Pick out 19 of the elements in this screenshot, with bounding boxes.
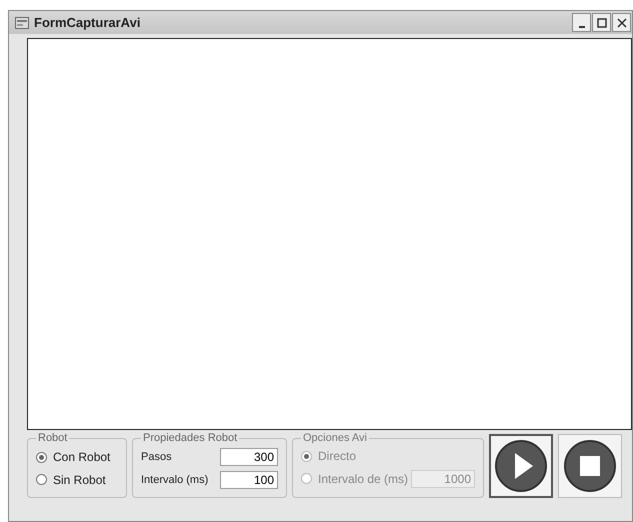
play-button[interactable] bbox=[489, 434, 553, 498]
input-field[interactable]: 100 bbox=[220, 470, 278, 489]
group-label: Robot bbox=[37, 432, 68, 444]
input-field[interactable]: 300 bbox=[220, 448, 278, 466]
close-button[interactable] bbox=[612, 13, 631, 32]
minimize-icon bbox=[578, 26, 584, 28]
close-icon bbox=[616, 18, 626, 28]
stop-button[interactable] bbox=[558, 434, 622, 498]
window-icon bbox=[15, 16, 29, 28]
window-title: FormCapturarAvi bbox=[34, 15, 142, 30]
field-label: Intervalo (ms) bbox=[141, 474, 208, 486]
minimize-button[interactable] bbox=[572, 13, 591, 32]
maximize-button[interactable] bbox=[592, 13, 611, 32]
group-label: Propiedades Robot bbox=[142, 432, 238, 444]
field-label: Pasos bbox=[141, 451, 172, 464]
radio-option[interactable]: Con Robot bbox=[36, 450, 118, 464]
maximize-icon bbox=[596, 18, 606, 28]
group-label: Opciones Avi bbox=[302, 432, 368, 444]
radio-option[interactable]: Sin Robot bbox=[36, 472, 118, 487]
